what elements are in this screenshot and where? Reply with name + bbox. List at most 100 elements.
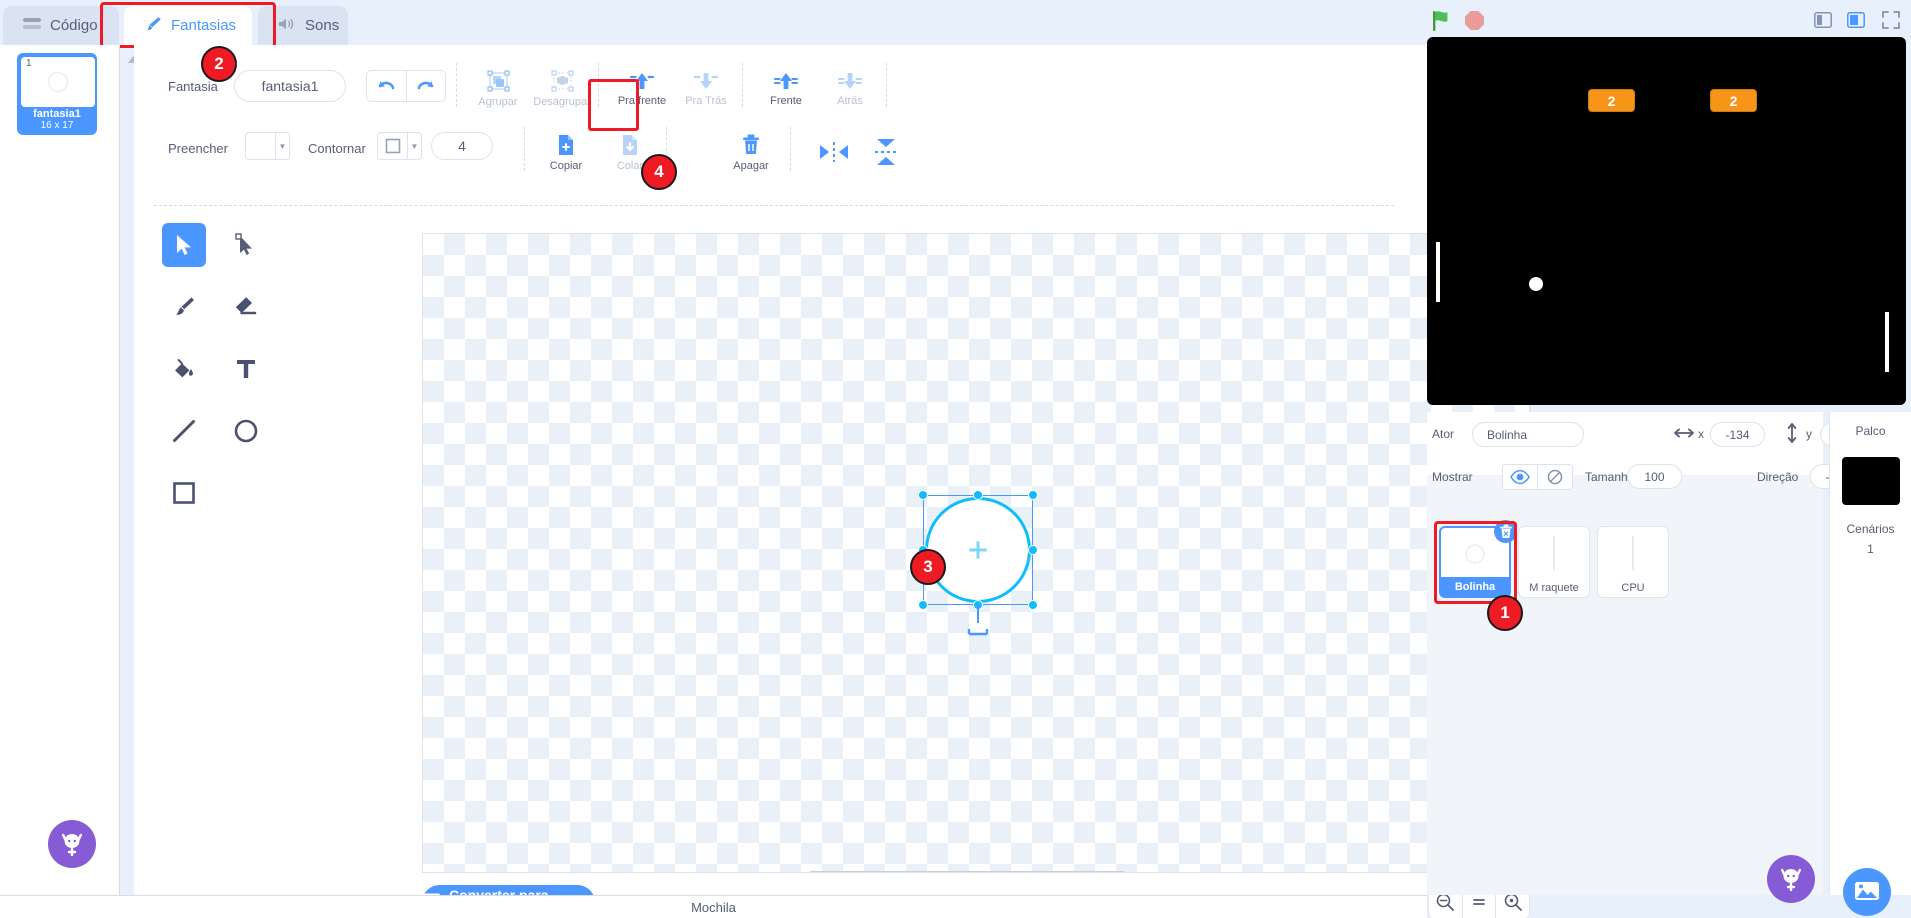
tab-codigo[interactable]: Código <box>3 6 119 45</box>
backpack-label: Mochila <box>691 899 736 915</box>
undo-redo-group <box>366 70 446 102</box>
paint-toolbar-row-2: Preencher ▼ Contornar ▼ Copiar <box>154 121 1394 179</box>
stage-controls-bar <box>1427 0 1911 40</box>
outline-width-input[interactable] <box>431 132 493 160</box>
code-icon <box>23 17 41 35</box>
undo-button[interactable] <box>367 71 406 101</box>
back-button[interactable]: Atrás <box>818 62 882 114</box>
copy-button[interactable]: Copiar <box>534 126 598 178</box>
rect-tool[interactable] <box>162 471 206 515</box>
to-front-icon <box>773 72 799 89</box>
resize-handle-nw[interactable] <box>918 490 928 500</box>
selection-center-marker <box>969 541 987 559</box>
stop-sign-icon[interactable] <box>1464 10 1485 36</box>
sprite-card-m-raquete[interactable]: M raquete <box>1518 526 1590 598</box>
outline-color-swatch[interactable]: ▼ <box>377 132 422 160</box>
direction-label: Direção <box>1757 470 1799 484</box>
resize-handle-se[interactable] <box>1028 600 1038 610</box>
forward-button[interactable]: Pra frente <box>610 62 674 114</box>
flip-vertical-button[interactable] <box>854 126 918 178</box>
front-button[interactable]: Frente <box>754 62 818 114</box>
tab-sons[interactable]: Sons <box>258 6 348 45</box>
eraser-icon <box>235 297 257 315</box>
hide-sprite-button[interactable] <box>1537 465 1572 489</box>
player-score-value: 2 <box>1607 92 1616 109</box>
costume-thumbnail: 1 <box>21 57 95 107</box>
group-icon <box>487 70 509 91</box>
tab-fantasias[interactable]: Fantasias <box>124 6 252 45</box>
tab-fantasias-label: Fantasias <box>171 17 237 34</box>
show-label: Mostrar <box>1432 470 1473 484</box>
sprite-thumbnail <box>1519 527 1589 579</box>
show-sprite-button[interactable] <box>1503 465 1537 489</box>
redo-button[interactable] <box>405 71 446 101</box>
sprite-x-input[interactable] <box>1710 422 1765 447</box>
delete-button[interactable]: Apagar <box>719 126 783 178</box>
rectangle-icon <box>173 482 195 504</box>
stage-selector-title: Palco <box>1855 424 1886 438</box>
sprite-name-input[interactable] <box>1472 422 1584 447</box>
selection-bounding-box[interactable] <box>918 490 1038 635</box>
x-arrow-icon <box>1674 426 1694 445</box>
sprite-name-bolinha: Bolinha <box>1441 577 1509 596</box>
fill-color-preview <box>246 133 275 159</box>
outline-color-preview <box>378 133 407 159</box>
add-backdrop-button[interactable] <box>1843 868 1891 916</box>
cpu-paddle-sprite <box>1885 312 1889 372</box>
resize-handle-ne[interactable] <box>1028 490 1038 500</box>
sprite-name-cpu: CPU <box>1621 581 1645 594</box>
green-flag-icon[interactable] <box>1432 10 1453 37</box>
callout-marker-1: 1 <box>1487 595 1523 631</box>
large-stage-button[interactable] <box>1843 8 1869 32</box>
costume-preview-circle <box>47 71 69 93</box>
paintbrush-icon <box>176 297 194 315</box>
outline-color-label: Contornar <box>308 141 366 156</box>
sprite-card-cpu[interactable]: CPU <box>1597 526 1669 598</box>
player-paddle-sprite <box>1436 242 1440 302</box>
large-stage-icon <box>1847 12 1865 28</box>
paste-icon <box>623 134 637 155</box>
rotation-handle-stem <box>977 605 979 623</box>
backward-button[interactable]: Pra Trás <box>674 62 738 114</box>
y-label: y <box>1806 427 1812 441</box>
canvas-horizontal-scrollbar[interactable] <box>808 871 1126 872</box>
sprite-visibility-toggle <box>1502 464 1573 490</box>
ungroup-button[interactable]: Desagrupar <box>530 62 594 114</box>
select-tool[interactable] <box>162 223 206 267</box>
toolbar-divider <box>154 205 1394 206</box>
sprite-size-input[interactable] <box>1627 464 1682 489</box>
equals-icon <box>1473 899 1485 905</box>
costume-list-item[interactable]: 1 fantasia1 16 x 17 <box>17 53 97 135</box>
reshape-tool[interactable] <box>224 223 268 267</box>
copy-icon <box>559 134 573 155</box>
text-t-icon <box>237 360 255 378</box>
line-tool[interactable] <box>162 409 206 453</box>
line-icon <box>173 420 195 442</box>
fullscreen-button[interactable] <box>1878 8 1904 32</box>
resize-handle-n[interactable] <box>973 490 983 500</box>
chevron-down-icon: ▼ <box>407 133 421 159</box>
stage-backdrop-thumbnail[interactable] <box>1842 457 1900 505</box>
group-button[interactable]: Agrupar <box>466 62 530 114</box>
paint-canvas[interactable] <box>422 233 1530 873</box>
rotation-handle[interactable] <box>967 623 989 635</box>
fullscreen-icon <box>1882 11 1900 29</box>
fill-color-swatch[interactable]: ▼ <box>245 132 290 160</box>
resize-handle-e[interactable] <box>1028 545 1038 555</box>
small-stage-button[interactable] <box>1810 8 1836 32</box>
circle-tool[interactable] <box>224 409 268 453</box>
backpack-bar[interactable]: Mochila <box>0 895 1427 918</box>
resize-handle-sw[interactable] <box>918 600 928 610</box>
to-back-icon <box>837 72 863 89</box>
paintbrush-icon <box>144 16 162 36</box>
brush-tool[interactable] <box>162 285 206 329</box>
fill-tool[interactable] <box>162 347 206 391</box>
text-tool[interactable] <box>224 347 268 391</box>
delete-sprite-icon[interactable] <box>1494 520 1517 543</box>
add-costume-button[interactable] <box>48 820 96 868</box>
costume-name-input[interactable] <box>234 70 346 102</box>
stage-canvas[interactable]: 2 2 <box>1427 37 1906 405</box>
eraser-tool[interactable] <box>224 285 268 329</box>
group-button-label: Agrupar <box>478 95 518 108</box>
add-sprite-button[interactable] <box>1767 855 1815 903</box>
